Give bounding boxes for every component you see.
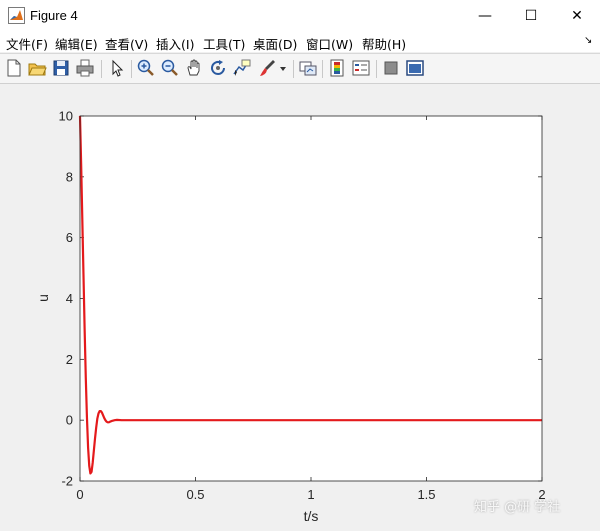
print-icon[interactable] — [75, 58, 95, 78]
brush-dropdown-icon[interactable] — [278, 58, 288, 78]
x-tick-label: 1.5 — [417, 487, 435, 502]
menu-insert[interactable]: 插入(I) — [156, 34, 194, 53]
minimize-icon: — — [478, 8, 492, 24]
menu-help[interactable]: 帮助(H) — [362, 34, 406, 53]
window-title-bar[interactable]: Figure 4 — ☐ ✕ — [0, 0, 600, 32]
data-cursor-icon[interactable] — [232, 58, 252, 78]
menu-bar: 文件(F) 编辑(E) 查看(V) 插入(I) 工具(T) 桌面(D) 窗口(W… — [0, 32, 600, 52]
line-chart[interactable]: 0 0.5 1 1.5 2-20246810 t/s u — [0, 84, 600, 531]
menu-tools[interactable]: 工具(T) — [203, 34, 245, 53]
maximize-icon: ☐ — [524, 8, 538, 24]
insert-legend-icon[interactable] — [351, 58, 371, 78]
zoom-in-icon[interactable] — [136, 58, 156, 78]
y-tick-label: -2 — [61, 474, 73, 489]
figure-toolbar — [0, 53, 600, 84]
maximize-button[interactable]: ☐ — [508, 0, 554, 32]
figure-canvas[interactable]: 0 0.5 1 1.5 2 -2 0 2 4 6 8 10 t/s u 知乎 @研 学社 — [0, 84, 600, 531]
y-tick-label: 4 — [66, 291, 73, 306]
open-file-icon[interactable] — [27, 58, 47, 78]
window-title: Figure 4 — [30, 8, 78, 23]
matlab-logo-icon — [8, 7, 25, 24]
menu-window[interactable]: 窗口(W) — [306, 34, 353, 53]
show-plot-tools-icon[interactable] — [405, 58, 425, 78]
y-tick-label: 8 — [66, 169, 73, 184]
toolbar-separator — [322, 60, 323, 78]
y-axis-label: u — [35, 294, 51, 302]
menu-desktop[interactable]: 桌面(D) — [253, 34, 297, 53]
save-icon[interactable] — [51, 58, 71, 78]
y-tick-label: 6 — [66, 230, 73, 245]
watermark: 知乎 @研 学社 — [474, 500, 561, 515]
pan-hand-icon[interactable] — [184, 58, 204, 78]
menu-edit[interactable]: 编辑(E) — [55, 34, 98, 53]
insert-colorbar-icon[interactable] — [327, 58, 347, 78]
menu-overflow-icon[interactable]: ↘ — [584, 35, 592, 46]
y-tick-label: 2 — [66, 352, 73, 367]
y-tick-label: 0 — [66, 413, 73, 428]
pointer-icon[interactable] — [107, 58, 127, 78]
y-tick-label: 10 — [59, 109, 73, 124]
axes-background — [80, 116, 542, 481]
link-plot-icon[interactable] — [298, 58, 318, 78]
minimize-button[interactable]: — — [462, 0, 508, 32]
x-tick-label: 0.5 — [186, 487, 204, 502]
toolbar-separator — [293, 60, 294, 78]
new-figure-icon[interactable] — [4, 58, 24, 78]
x-axis-label: t/s — [304, 508, 319, 524]
menu-file[interactable]: 文件(F) — [6, 34, 48, 53]
toolbar-separator — [376, 60, 377, 78]
brush-icon[interactable] — [257, 58, 277, 78]
toolbar-separator — [101, 60, 102, 78]
x-tick-label: 0 — [76, 487, 83, 502]
close-icon: ✕ — [571, 8, 583, 24]
toolbar-separator — [131, 60, 132, 78]
menu-view[interactable]: 查看(V) — [105, 34, 148, 53]
hide-plot-tools-icon[interactable] — [381, 58, 401, 78]
close-button[interactable]: ✕ — [554, 0, 600, 32]
rotate-3d-icon[interactable] — [208, 58, 228, 78]
x-tick-label: 1 — [307, 487, 314, 502]
zoom-out-icon[interactable] — [160, 58, 180, 78]
